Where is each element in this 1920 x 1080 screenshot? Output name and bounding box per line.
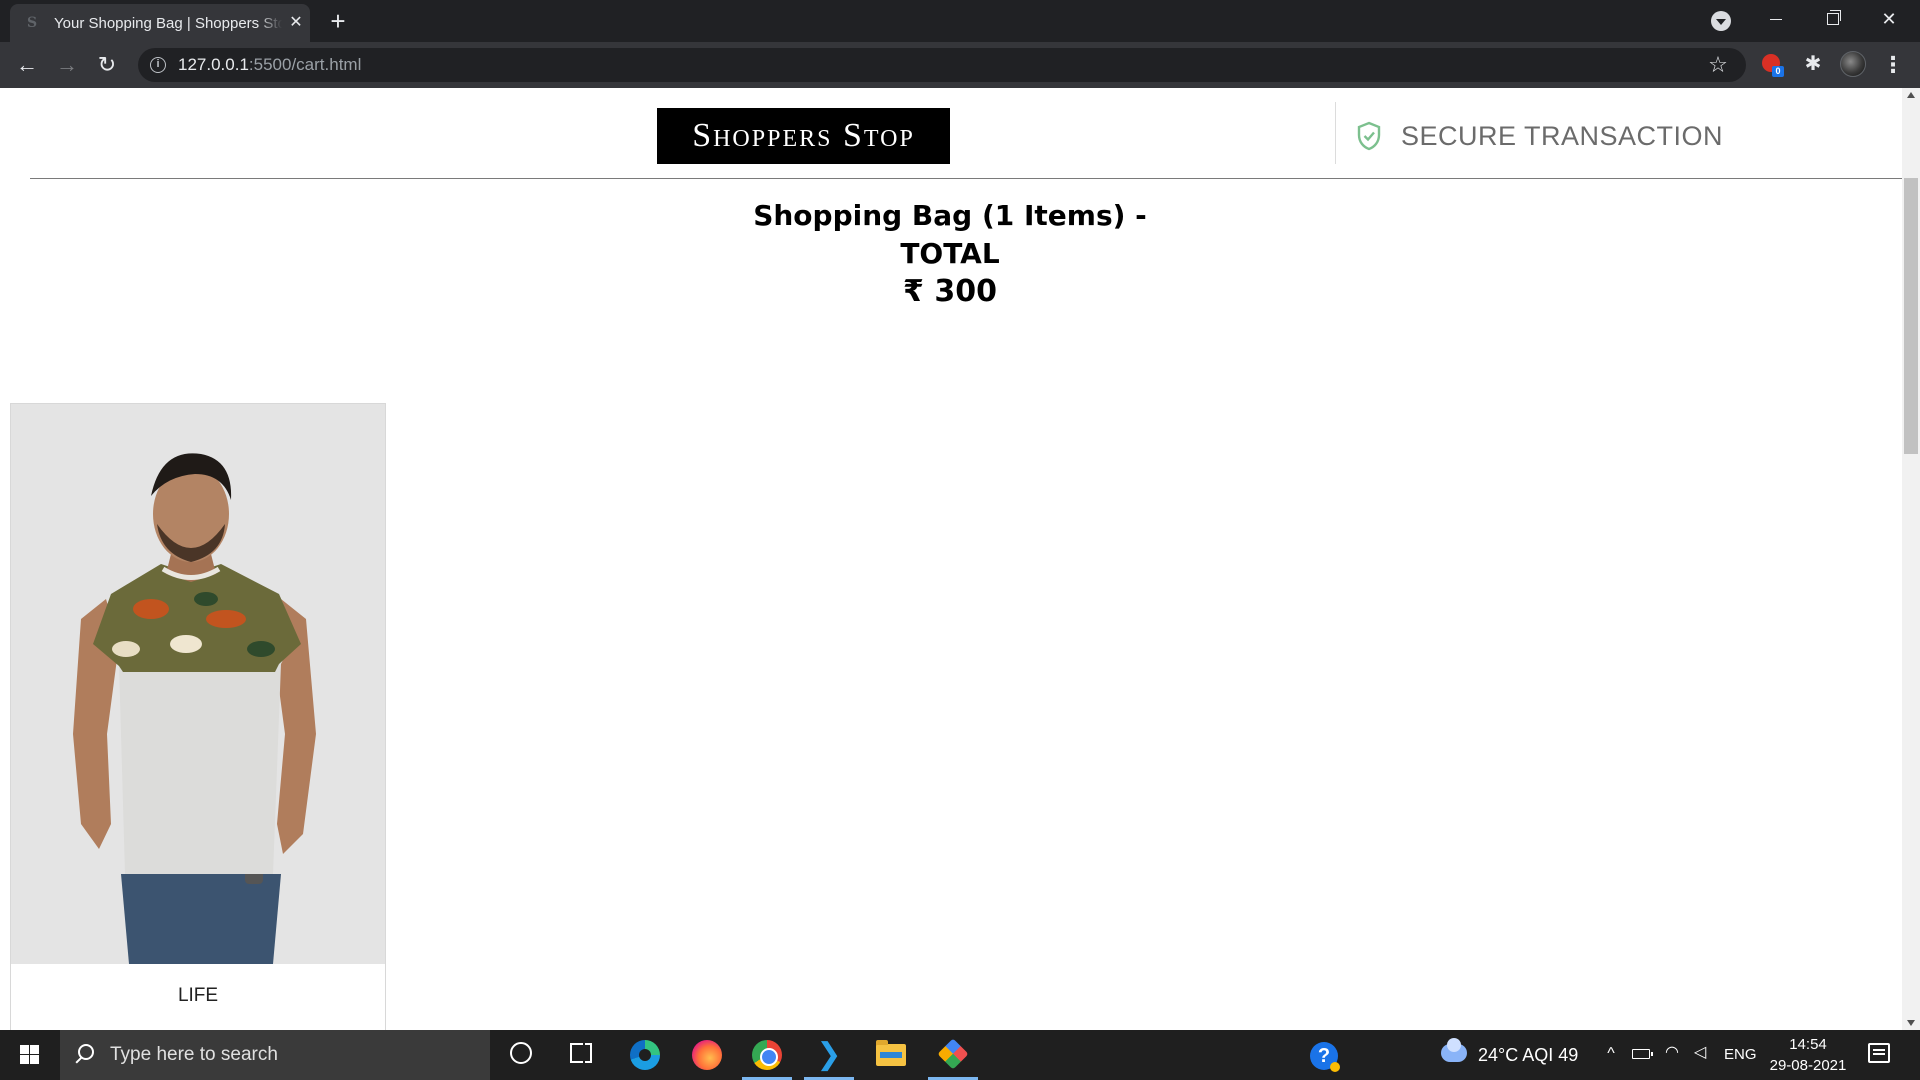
window-close-icon[interactable]: ✕ <box>1866 4 1912 34</box>
tray-chevron-up-icon[interactable]: ^ <box>1602 1044 1620 1064</box>
folder-logo <box>876 1040 906 1066</box>
vscode-logo: ❯ <box>816 1037 842 1072</box>
secure-transaction-label: SECURE TRANSACTION <box>1401 121 1724 151</box>
browser-menu-icon[interactable]: ⋮ <box>1880 50 1906 80</box>
clock-time: 14:54 <box>1789 1036 1827 1053</box>
extension-icon[interactable]: 0 <box>1762 54 1784 77</box>
wifi-icon[interactable]: ◠ <box>1662 1044 1682 1062</box>
file-explorer-icon[interactable] <box>866 1035 916 1075</box>
cortana-icon[interactable] <box>500 1035 550 1075</box>
taskbar-search-placeholder: Type here to search <box>110 1044 278 1065</box>
info-icon[interactable]: i <box>150 57 166 73</box>
new-tab-icon[interactable]: + <box>324 8 352 36</box>
extensions-puzzle-icon[interactable]: ✱ <box>1800 51 1826 77</box>
browser-toolbar: ← → ↻ i 127.0.0.1:5500/cart.html ☆ 0 ✱ ⋮ <box>0 42 1920 88</box>
taskbar-clock[interactable]: 14:54 29-08-2021 <box>1766 1034 1850 1076</box>
product-card[interactable]: LIFE <box>10 403 386 1030</box>
total-amount: ₹ 300 <box>903 274 997 309</box>
search-icon <box>78 1044 94 1060</box>
git-logo <box>937 1038 969 1070</box>
scroll-up-arrow-icon[interactable] <box>1907 92 1915 98</box>
taskbar-search-box[interactable]: Type here to search <box>60 1030 490 1080</box>
clock-date: 29-08-2021 <box>1769 1057 1847 1074</box>
header-divider-line <box>30 178 1902 179</box>
weather-text[interactable]: 24°C AQI 49 <box>1478 1044 1578 1066</box>
language-indicator[interactable]: ENG <box>1724 1045 1757 1065</box>
battery-icon[interactable] <box>1632 1049 1653 1059</box>
extension-badge: 0 <box>1772 66 1784 77</box>
help-icon[interactable]: ? <box>1310 1042 1340 1072</box>
firefox-icon[interactable] <box>682 1035 732 1075</box>
product-image[interactable] <box>11 404 385 964</box>
shield-check-icon <box>1357 121 1381 151</box>
firefox-logo <box>692 1040 722 1070</box>
window-restore-icon[interactable] <box>1810 4 1856 34</box>
bookmark-star-icon[interactable]: ☆ <box>1705 52 1731 78</box>
back-arrow-icon[interactable]: ← <box>12 50 42 80</box>
chrome-logo <box>752 1040 782 1070</box>
windows-start-icon[interactable] <box>0 1030 58 1080</box>
address-bar[interactable]: i 127.0.0.1:5500/cart.html ☆ <box>138 48 1746 82</box>
url-host: 127.0.0.1 <box>178 55 249 74</box>
tab-close-icon[interactable]: ✕ <box>286 13 306 33</box>
tab-title: Your Shopping Bag | Shoppers Stop <box>54 15 282 33</box>
git-icon[interactable] <box>928 1035 978 1080</box>
vscode-icon[interactable]: ❯ <box>804 1035 854 1080</box>
cortana-circle <box>510 1042 532 1064</box>
windows-taskbar: Type here to search ❯ ? 24°C AQI 49 ^ ◠ … <box>0 1030 1920 1080</box>
product-photo-svg <box>11 404 385 964</box>
profile-avatar[interactable] <box>1840 51 1866 77</box>
shopping-bag-title: Shopping Bag (1 Items) - <box>753 199 1147 232</box>
shoppers-stop-logo[interactable]: Shoppers Stop <box>657 108 950 164</box>
task-view-shape <box>570 1039 592 1067</box>
product-brand[interactable]: LIFE <box>11 984 385 1008</box>
edge-logo <box>630 1040 660 1070</box>
url-path: :5500/cart.html <box>248 55 362 74</box>
browser-tab-active[interactable]: S Your Shopping Bag | Shoppers Stop ✕ <box>10 4 310 42</box>
notification-center-icon[interactable] <box>1868 1043 1890 1063</box>
scroll-down-arrow-icon[interactable] <box>1907 1020 1915 1026</box>
tab-favicon-icon: S <box>26 15 38 31</box>
chrome-icon[interactable] <box>742 1035 792 1080</box>
forward-arrow-icon[interactable]: → <box>52 50 82 80</box>
url-text[interactable]: 127.0.0.1:5500/cart.html <box>178 56 361 74</box>
tab-search-icon[interactable] <box>1711 11 1731 31</box>
header-divider <box>1335 102 1336 164</box>
window-minimize-icon[interactable] <box>1754 4 1800 34</box>
task-view-icon[interactable] <box>560 1035 610 1075</box>
scroll-thumb[interactable] <box>1904 178 1918 454</box>
page-scrollbar[interactable] <box>1902 88 1920 1030</box>
total-label: TOTAL <box>900 237 1000 270</box>
weather-cloud-icon[interactable] <box>1441 1038 1467 1062</box>
page-viewport: Shoppers Stop SECURE TRANSACTION Shoppin… <box>0 88 1920 1030</box>
volume-icon[interactable]: ◁ <box>1690 1044 1710 1062</box>
reload-icon[interactable]: ↻ <box>92 50 122 80</box>
edge-icon[interactable] <box>620 1035 670 1075</box>
browser-tab-bar: S Your Shopping Bag | Shoppers Stop ✕ + … <box>0 0 1920 42</box>
